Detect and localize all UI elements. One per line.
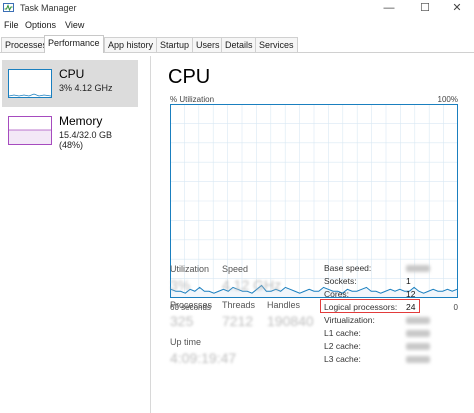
menu-bar: File Options View: [0, 18, 474, 33]
uptime-label: Up time: [170, 337, 202, 347]
l2-cache-label: L2 cache:: [324, 341, 361, 351]
graph-y-label: % Utilization: [170, 95, 215, 104]
speed-value: 4.12 GHz: [222, 277, 282, 293]
utilization-label: Utilization: [170, 264, 210, 274]
minimize-button[interactable]: —: [372, 0, 406, 17]
sidebar-item-title: Memory: [59, 114, 103, 128]
task-manager-icon: [3, 3, 14, 12]
l2-cache-value-redacted: [406, 343, 430, 350]
threads-label: Threads: [222, 300, 256, 310]
tab-details[interactable]: Details: [221, 37, 257, 52]
menu-view[interactable]: View: [65, 20, 84, 30]
memory-thumbnail-icon: [8, 116, 52, 145]
virtualization-label: Virtualization:: [324, 315, 375, 325]
l1-cache-label: L1 cache:: [324, 328, 361, 338]
utilization-value: 3%: [170, 277, 191, 293]
sidebar-item-subtitle: 15.4/32.0 GB (48%): [59, 130, 113, 150]
processes-value: 325: [170, 313, 194, 329]
performance-panel: CPU % Utilization 100% 60 seconds 0 Util…: [152, 56, 474, 413]
menu-options[interactable]: Options: [25, 20, 56, 30]
maximize-button[interactable]: ☐: [408, 0, 442, 17]
speed-label: Speed: [222, 264, 249, 274]
tab-performance[interactable]: Performance: [44, 35, 104, 53]
tab-startup[interactable]: Startup: [156, 37, 194, 52]
page-title: CPU: [168, 66, 211, 88]
graph-y-max-label: 100%: [437, 95, 458, 104]
sockets-value: 1: [406, 276, 411, 286]
tab-users[interactable]: Users: [192, 37, 224, 52]
handles-label: Handles: [267, 300, 301, 310]
threads-value: 7212: [222, 313, 254, 329]
base-speed-value-redacted: [406, 265, 430, 272]
logical-processors-highlight-box: [320, 299, 420, 313]
cpu-thumbnail-icon: [8, 69, 52, 98]
sidebar-item-cpu[interactable]: CPU 3% 4.12 GHz: [2, 60, 138, 107]
sidebar: CPU 3% 4.12 GHz Memory 15.4/32.0 GB (48%…: [0, 56, 151, 413]
base-speed-label: Base speed:: [324, 263, 372, 273]
l1-cache-value-redacted: [406, 330, 430, 337]
sidebar-item-title: CPU: [59, 67, 85, 81]
sidebar-item-subtitle: 3% 4.12 GHz: [59, 83, 113, 93]
l3-cache-value-redacted: [406, 356, 430, 363]
menu-file[interactable]: File: [4, 20, 19, 30]
cores-label: Cores:: [324, 289, 350, 299]
tab-bar: Processes Performance App history Startu…: [0, 35, 474, 53]
sockets-label: Sockets:: [324, 276, 357, 286]
uptime-value: 4:09:19:47: [170, 350, 237, 366]
tab-services[interactable]: Services: [255, 37, 298, 52]
l3-cache-label: L3 cache:: [324, 354, 361, 364]
handles-value: 190840: [267, 313, 314, 329]
tab-app-history[interactable]: App history: [104, 37, 158, 52]
sidebar-item-memory[interactable]: Memory 15.4/32.0 GB (48%): [2, 107, 138, 154]
title-bar: Task Manager — ☐ ✕: [0, 0, 474, 17]
graph-x-min-label: 0: [453, 303, 458, 312]
close-button[interactable]: ✕: [440, 0, 474, 17]
cores-value: 12: [406, 289, 416, 299]
processes-label: Processes: [170, 300, 213, 310]
virtualization-value-redacted: [406, 317, 430, 324]
window-title: Task Manager: [20, 3, 77, 13]
